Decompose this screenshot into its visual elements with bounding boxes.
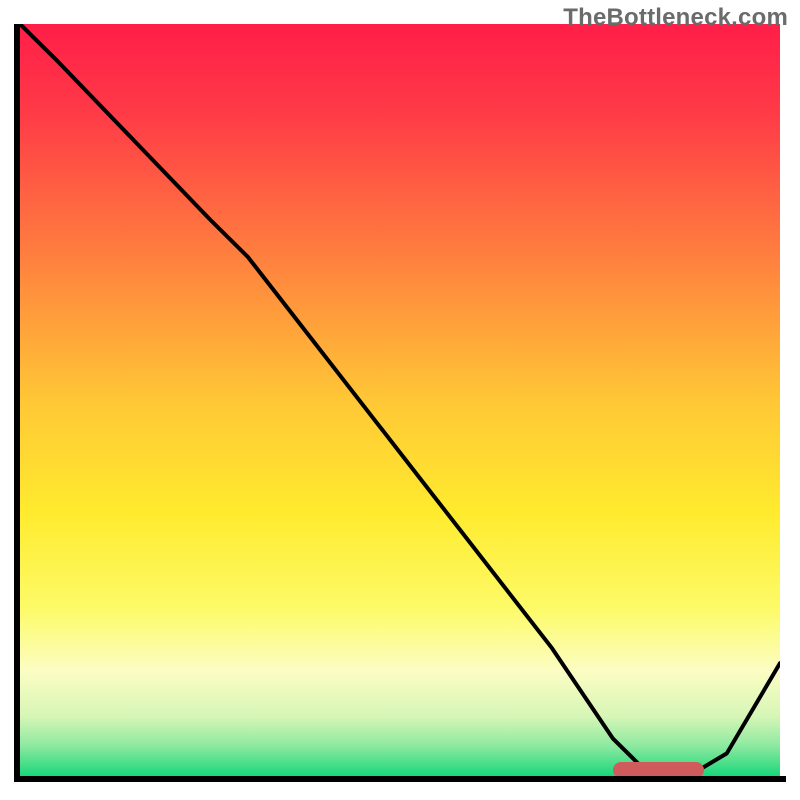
gradient-rect bbox=[20, 24, 780, 776]
attribution-text: TheBottleneck.com bbox=[563, 4, 788, 32]
y-axis-line bbox=[14, 24, 20, 782]
chart-background-gradient bbox=[20, 24, 780, 776]
chart-container: TheBottleneck.com bbox=[0, 0, 800, 800]
x-axis-line bbox=[14, 776, 786, 782]
